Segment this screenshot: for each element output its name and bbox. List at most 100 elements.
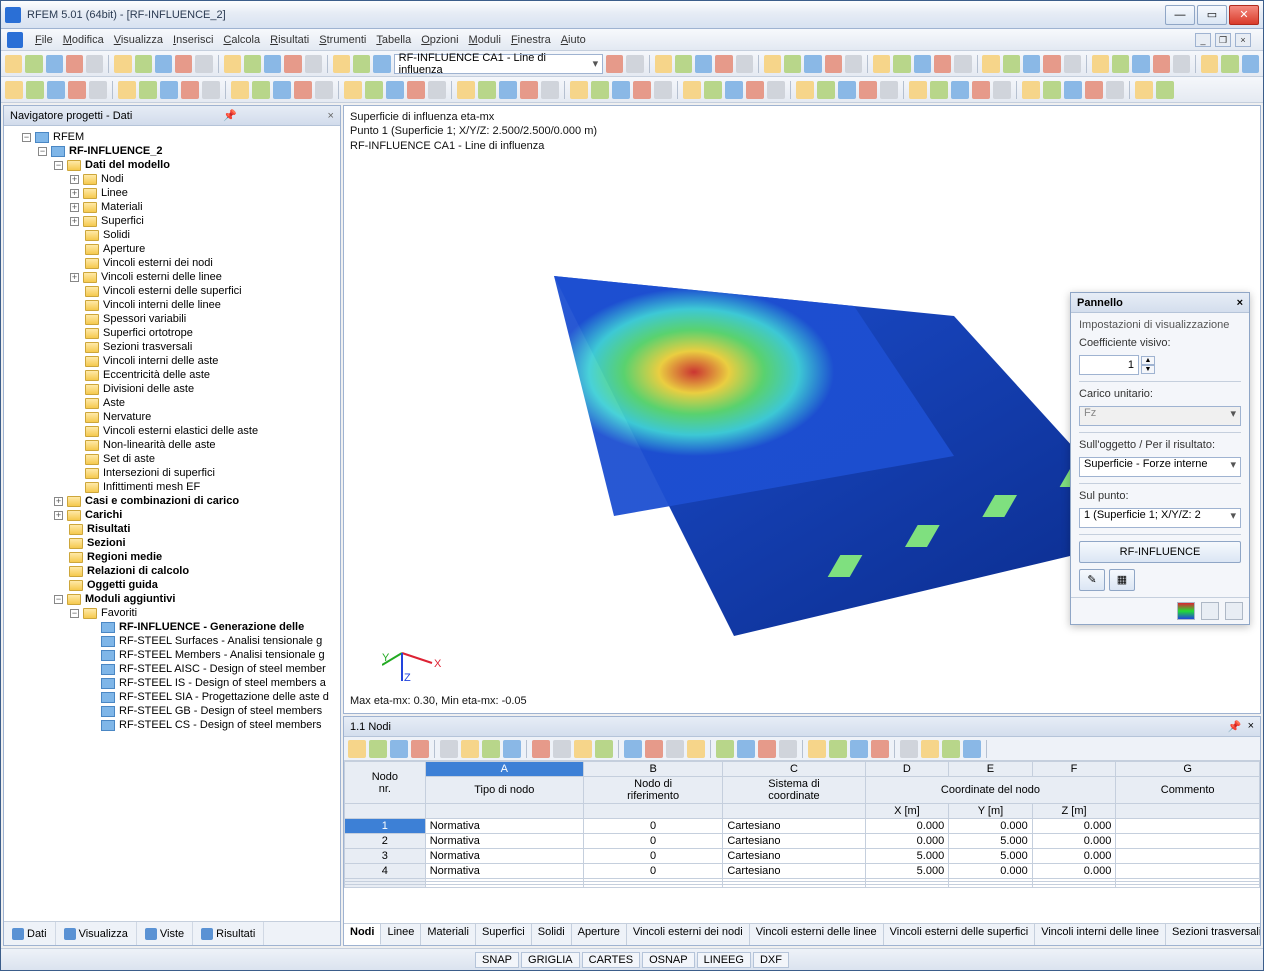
toolbar-button[interactable] (273, 81, 291, 99)
tree-item[interactable]: Aperture (70, 242, 338, 256)
table-toolbar-button[interactable] (716, 740, 734, 758)
close-button[interactable]: ✕ (1229, 5, 1259, 25)
tree-item[interactable]: Vincoli esterni elastici delle aste (70, 424, 338, 438)
table-toolbar-button[interactable] (369, 740, 387, 758)
table-toolbar-button[interactable] (808, 740, 826, 758)
toolbar-button[interactable] (1173, 55, 1190, 73)
toolbar-button[interactable] (1153, 55, 1170, 73)
toolbar-button[interactable] (25, 55, 42, 73)
toolbar-button[interactable] (1022, 81, 1040, 99)
toolbar-button[interactable] (934, 55, 951, 73)
tree-group[interactable]: +Casi e combinazioni di carico (54, 494, 338, 508)
toolbar-button[interactable] (344, 81, 362, 99)
tree-item[interactable]: +Materiali (70, 200, 338, 214)
toolbar-button[interactable] (993, 81, 1011, 99)
spin-up[interactable]: ▲ (1141, 356, 1155, 365)
table-toolbar-button[interactable] (440, 740, 458, 758)
tree-group[interactable]: +Carichi (54, 508, 338, 522)
table-tab[interactable]: Aperture (572, 924, 627, 945)
toolbar-button[interactable] (1092, 55, 1109, 73)
toolbar-button[interactable] (909, 81, 927, 99)
toolbar-button[interactable] (725, 81, 743, 99)
toolbar-button[interactable] (195, 55, 212, 73)
maximize-button[interactable]: ▭ (1197, 5, 1227, 25)
status-osnap[interactable]: OSNAP (642, 952, 695, 968)
table-row[interactable]: 4Normativa0Cartesiano5.0000.0000.000 (345, 864, 1260, 879)
toolbar-button[interactable] (224, 55, 241, 73)
toolbar-button[interactable] (294, 81, 312, 99)
table-toolbar-button[interactable] (963, 740, 981, 758)
tree-item[interactable]: Nervature (70, 410, 338, 424)
table-toolbar-button[interactable] (829, 740, 847, 758)
toolbar-button[interactable] (86, 55, 103, 73)
nav-tab-viste[interactable]: Viste (137, 922, 193, 945)
menu-inserisci[interactable]: Inserisci (173, 34, 213, 46)
toolbar-button[interactable] (954, 55, 971, 73)
table-toolbar-button[interactable] (850, 740, 868, 758)
toolbar-button[interactable] (386, 81, 404, 99)
toolbar-button[interactable] (982, 55, 999, 73)
point-select[interactable]: 1 (Superficie 1; X/Y/Z: 2 (1079, 508, 1241, 528)
table-toolbar-button[interactable] (921, 740, 939, 758)
toolbar-button[interactable] (244, 55, 261, 73)
menu-aiuto[interactable]: Aiuto (561, 34, 586, 46)
toolbar-button[interactable] (1132, 55, 1149, 73)
nav-tab-risultati[interactable]: Risultati (193, 922, 264, 945)
tree-item[interactable]: +Superfici (70, 214, 338, 228)
tree-item[interactable]: Intersezioni di superfici (70, 466, 338, 480)
status-griglia[interactable]: GRIGLIA (521, 952, 580, 968)
toolbar-button[interactable] (68, 81, 86, 99)
toolbar-button[interactable] (47, 81, 65, 99)
menu-opzioni[interactable]: Opzioni (421, 34, 458, 46)
toolbar-button[interactable] (407, 81, 425, 99)
toolbar-button[interactable] (520, 81, 538, 99)
node-table[interactable]: Nodo nr. A B C D E F G Tipo di nodo (344, 761, 1260, 888)
table-toolbar-button[interactable] (645, 740, 663, 758)
table-toolbar-button[interactable] (595, 740, 613, 758)
tree-item[interactable]: +Vincoli esterni delle linee (70, 270, 338, 284)
tree-group[interactable]: Oggetti guida (54, 578, 338, 592)
menu-finestra[interactable]: Finestra (511, 34, 551, 46)
table-toolbar-button[interactable] (779, 740, 797, 758)
toolbar-button[interactable] (612, 81, 630, 99)
toolbar-button[interactable] (541, 81, 559, 99)
toolbar-button[interactable] (951, 81, 969, 99)
toolbar-button[interactable] (972, 81, 990, 99)
tree-item[interactable]: Sezioni trasversali (70, 340, 338, 354)
toolbar-button[interactable] (1106, 81, 1124, 99)
table-toolbar-button[interactable] (390, 740, 408, 758)
toolbar-button[interactable] (428, 81, 446, 99)
table-tab[interactable]: Vincoli esterni dei nodi (627, 924, 750, 945)
toolbar-button[interactable] (1112, 55, 1129, 73)
menu-visualizza[interactable]: Visualizza (114, 34, 163, 46)
toolbar-button[interactable] (695, 55, 712, 73)
toolbar-button[interactable] (804, 55, 821, 73)
toolbar-button[interactable] (202, 81, 220, 99)
navigator-close[interactable]: × (328, 110, 334, 122)
toolbar-button[interactable] (633, 81, 651, 99)
toolbar-button[interactable] (135, 55, 152, 73)
table-tab[interactable]: Vincoli esterni delle linee (750, 924, 884, 945)
table-tab[interactable]: Superfici (476, 924, 532, 945)
toolbar-button[interactable] (353, 55, 370, 73)
tree-item[interactable]: Superfici ortotrope (70, 326, 338, 340)
panel-zoom-icon[interactable] (1225, 602, 1243, 620)
addon-item[interactable]: RF-STEEL GB - Design of steel members (86, 704, 338, 718)
panel-edit-icon[interactable]: ✎ (1079, 569, 1105, 591)
toolbar-button[interactable] (930, 81, 948, 99)
menu-tabella[interactable]: Tabella (376, 34, 411, 46)
addon-item[interactable]: RF-STEEL Members - Analisi tensionale g (86, 648, 338, 662)
mdi-minimize[interactable]: _ (1195, 33, 1211, 47)
mdi-close[interactable]: × (1235, 33, 1251, 47)
tree-group[interactable]: Sezioni (54, 536, 338, 550)
toolbar-button[interactable] (1221, 55, 1238, 73)
toolbar-button[interactable] (1201, 55, 1218, 73)
toolbar-button[interactable] (365, 81, 383, 99)
tree-item[interactable]: Spessori variabili (70, 312, 338, 326)
tree-item[interactable]: Vincoli interni delle aste (70, 354, 338, 368)
menu-calcola[interactable]: Calcola (223, 34, 260, 46)
toolbar-button[interactable] (914, 55, 931, 73)
tree-item[interactable]: Aste (70, 396, 338, 410)
toolbar-button[interactable] (626, 55, 643, 73)
toolbar-button[interactable] (1242, 55, 1259, 73)
